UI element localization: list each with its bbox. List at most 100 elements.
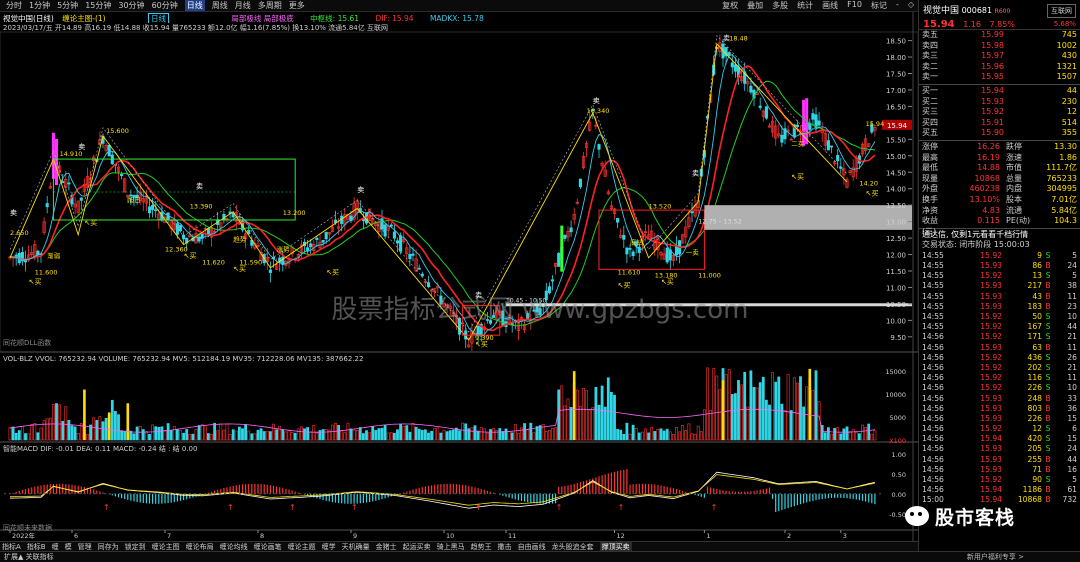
tick-side: S [1045, 352, 1051, 362]
stat-label: 收益(三) [922, 216, 938, 236]
stat-value: 10868 [974, 173, 1000, 183]
candle-body [389, 224, 393, 227]
tick-price: 15.93 [980, 281, 1002, 291]
macd-buy-arrow: ↑ [103, 503, 110, 512]
volume-bar [11, 426, 15, 441]
candle-body [417, 267, 421, 270]
indicator-tab[interactable]: 天机确量 [342, 542, 370, 551]
order-book-row[interactable]: 买一 15.94 44 [919, 86, 1080, 97]
volume-bar [135, 426, 139, 441]
indicator-tab[interactable]: 撑顶买卖 [599, 542, 632, 551]
indicator-tab[interactable]: 缠论主题 [288, 542, 316, 551]
volume-bar [70, 425, 74, 441]
order-book-row[interactable]: 卖三 15.97 430 [919, 51, 1080, 62]
macd-chart: ↑ ↑ ↑ ↑ ↑ ↑ ↑ ↑ [4, 469, 882, 512]
indicator-tab[interactable]: 金猪士 [376, 542, 397, 551]
order-book-row[interactable]: 卖五 15.99 745 [919, 30, 1080, 41]
stat-value: 460238 [969, 184, 1000, 194]
volume-bar [141, 429, 145, 441]
volume-bar [625, 422, 629, 441]
buy-marker: ↖买 [29, 278, 42, 286]
tick-volume: 226 [1027, 383, 1043, 393]
volume-bar [430, 431, 434, 441]
volume-bar [671, 434, 675, 441]
indicator-tab[interactable]: 自由画线 [518, 542, 546, 551]
indicator-tab[interactable]: 骑上黑马 [437, 542, 465, 551]
volume-bar [839, 433, 843, 441]
volume-bar [67, 419, 71, 441]
sell-marker: 卖 [723, 35, 730, 43]
indicator-tab[interactable]: 缠学 [322, 542, 336, 551]
indicator-tab[interactable]: 指标B [27, 542, 46, 551]
tick-side: S [1045, 362, 1051, 372]
macd-buy-arrow: ↑ [227, 503, 234, 512]
volume-bar [45, 418, 49, 441]
indicator-tab[interactable]: 模 [65, 542, 72, 551]
volume-bar [349, 428, 353, 441]
volume-bar [764, 399, 768, 441]
indicator-tab[interactable]: 缠 [52, 542, 59, 551]
tick-side: B [1045, 281, 1051, 291]
indicator-tab[interactable]: 同存为 [98, 542, 119, 551]
tick-count: 10 [1067, 312, 1077, 321]
stat-value: 104.3 [1054, 216, 1077, 226]
order-book-row[interactable]: 卖一 15.95 1507 [919, 72, 1080, 83]
volume-bar [101, 421, 105, 441]
order-book-row[interactable]: 买四 15.91 514 [919, 118, 1080, 129]
price-axis-label: 10.00 [886, 317, 906, 325]
volume-bar [830, 433, 833, 441]
stock-terminal: { "toolbar": { "periods": ["分时","1分钟","5… [0, 0, 1080, 562]
tick-volume: 202 [1027, 362, 1043, 372]
sector-button[interactable]: 互联网 [1047, 4, 1076, 18]
stat-value: 13.10% [969, 194, 1000, 204]
buy-marker: ↖买 [661, 278, 674, 286]
status-left[interactable]: 扩展▲ 关联指标 [4, 552, 54, 562]
tick-side: S [1045, 373, 1051, 383]
status-right[interactable]: 新用户福利专享 > [967, 552, 1024, 562]
candle-body [569, 227, 573, 233]
indicator-tab[interactable]: 起运买卖 [403, 542, 431, 551]
buy-marker: ↖买 [326, 268, 339, 276]
indicator-tab[interactable]: 撒击 [498, 542, 512, 551]
volume-bar [792, 377, 796, 441]
order-book-row[interactable]: 卖四 15.98 1002 [919, 41, 1080, 52]
tick-volume: 9 [1037, 250, 1042, 260]
volume-bar [256, 429, 260, 441]
indicator-tab[interactable]: 龙头股追全套 [552, 542, 594, 551]
macd-buy-arrow: ↑ [289, 503, 296, 512]
promo-notice[interactable]: 通达信, 仅剩1元看看千档行情 [919, 230, 1080, 241]
order-book-row[interactable]: 买三 15.92 12 [919, 107, 1080, 118]
indicator-tab[interactable]: 缠论主图 [152, 542, 180, 551]
tick-list[interactable]: 14:55 15.92 9 S 5 14:55 15.93 86 B 24 14:55 15.92 13… [919, 251, 1080, 506]
volume-bar [123, 430, 127, 441]
price-annotation: 15.600 [106, 127, 129, 135]
tick-volume: 436 [1027, 352, 1043, 362]
level-price: 15.94 [981, 85, 1004, 95]
volume-bar [662, 430, 666, 441]
order-book-row[interactable]: 卖二 15.96 1321 [919, 62, 1080, 73]
date-axis-label: 2 [787, 532, 791, 540]
volume-bar [699, 431, 703, 441]
volume-bar [42, 420, 46, 441]
chart-area[interactable]: ↑↑↑↑↑↑↑↑ 18.5018.0017.5017.0016.5016.001… [0, 0, 918, 550]
indicator-tab[interactable]: 管理 [78, 542, 92, 551]
indicator-tab[interactable]: 趋势王 [471, 542, 492, 551]
tick-row: 14:55 15.92 167 S 44 [919, 322, 1080, 332]
volume-bar [151, 424, 155, 441]
indicator-tab[interactable]: 锁定到 [125, 542, 146, 551]
date-axis-label: 3 [843, 532, 847, 540]
order-book-row[interactable]: 买二 15.93 230 [919, 97, 1080, 108]
order-book-row[interactable]: 买五 15.90 355 [919, 128, 1080, 139]
indicator-tab[interactable]: 缠论布局 [186, 542, 214, 551]
level-qty: 12 [1066, 107, 1077, 117]
indicator-tab[interactable]: 指标A [2, 542, 21, 551]
tick-count: 36 [1067, 403, 1077, 413]
tick-volume: 86 [1032, 261, 1042, 271]
indicator-tab[interactable]: 缠论画笔 [254, 542, 282, 551]
indicator-tab[interactable]: 缠论均线 [220, 542, 248, 551]
volume-bar [321, 429, 325, 441]
volume-bar [225, 423, 229, 441]
volume-bar [578, 405, 582, 441]
volume-bar [780, 403, 784, 441]
volume-bar [355, 430, 359, 441]
